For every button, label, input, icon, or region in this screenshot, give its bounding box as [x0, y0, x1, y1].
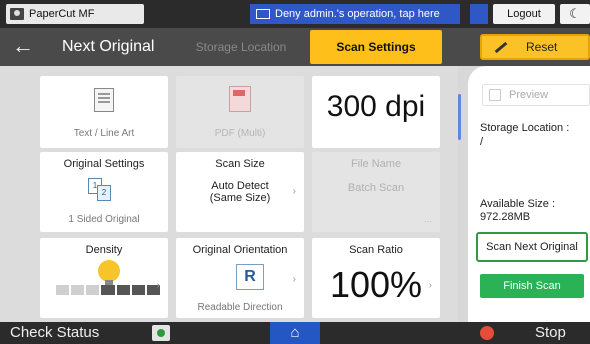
reset-label: Reset	[526, 40, 558, 54]
system-bar: PaperCut MF Deny admin.'s operation, tap…	[0, 0, 590, 28]
stop-button[interactable]: Stop	[535, 324, 566, 341]
theme-toggle-icon[interactable]: ☾	[560, 4, 590, 24]
user-indicator[interactable]: PaperCut MF	[6, 4, 144, 24]
resolution-value: 300 dpi	[326, 90, 426, 123]
storage-location-value: /	[480, 136, 484, 148]
density-tile[interactable]: Density ›	[40, 238, 168, 318]
more-ellipsis-icon: ...	[424, 214, 432, 224]
readable-direction-icon: R	[236, 264, 264, 290]
storage-location-label: Storage Location :	[480, 122, 570, 134]
orientation-title: Original Orientation	[192, 244, 288, 256]
tab-storage-location[interactable]: Storage Location	[175, 30, 307, 64]
density-title: Density	[85, 244, 123, 256]
chevron-right-icon: ›	[428, 280, 432, 291]
checkbox-icon	[489, 89, 501, 101]
density-segment	[101, 285, 115, 295]
preview-label: Preview	[509, 89, 549, 101]
original-settings-tile[interactable]: Original Settings 1 2 1 Sided Original	[40, 152, 168, 232]
screen-icon	[256, 9, 270, 19]
chevron-right-icon: ›	[156, 280, 160, 291]
file-name-tile: File Name Batch Scan ...	[312, 152, 440, 232]
original-settings-title: Original Settings	[63, 158, 145, 170]
file-name-value: Batch Scan	[347, 182, 405, 194]
scan-ratio-title: Scan Ratio	[349, 244, 403, 256]
scan-type-label: Text / Line Art	[73, 128, 135, 139]
logout-button[interactable]: Logout	[493, 4, 555, 24]
settings-grid: Text / Line Art PDF (Multi) 300 dpi Orig…	[0, 66, 458, 322]
reset-button[interactable]: Reset	[480, 34, 590, 60]
notice-extension	[470, 4, 488, 24]
side-panel: Preview Storage Location : / Available S…	[468, 66, 590, 322]
preview-checkbox: Preview	[482, 84, 590, 106]
scan-size-value: Auto Detect (Same Size)	[209, 180, 271, 204]
notice-text: Deny admin.'s operation, tap here	[275, 8, 440, 20]
page-two-glyph: 2	[97, 185, 111, 201]
available-size-value: 972.28MB	[480, 211, 531, 223]
scan-type-tile[interactable]: Text / Line Art	[40, 76, 168, 148]
resolution-tile[interactable]: 300 dpi	[312, 76, 440, 148]
file-type-label: PDF (Multi)	[214, 128, 266, 139]
original-orientation-tile[interactable]: Original Orientation R › Readable Direct…	[176, 238, 304, 318]
scan-ratio-value: 100%	[329, 264, 423, 305]
chevron-right-icon: ›	[292, 186, 296, 197]
user-name: PaperCut MF	[29, 8, 95, 20]
orientation-label: Readable Direction	[197, 302, 283, 313]
text-document-icon	[94, 88, 114, 112]
scan-size-tile[interactable]: Scan Size Auto Detect (Same Size) ›	[176, 152, 304, 232]
tab-scan-settings[interactable]: Scan Settings	[310, 30, 442, 64]
deny-admin-notice[interactable]: Deny admin.'s operation, tap here	[250, 4, 460, 24]
back-arrow-icon[interactable]: ←	[12, 34, 34, 58]
density-bulb-icon	[98, 260, 120, 286]
finish-scan-button[interactable]: Finish Scan	[480, 274, 584, 298]
one-sided-original-icon: 1 2	[88, 178, 114, 202]
home-button[interactable]: ⌂	[270, 322, 320, 344]
scan-next-original-button[interactable]: Scan Next Original	[476, 232, 588, 262]
density-segment	[116, 285, 130, 295]
density-segment	[131, 285, 145, 295]
original-settings-label: 1 Sided Original	[68, 214, 140, 225]
file-type-tile: PDF (Multi)	[176, 76, 304, 148]
stop-icon[interactable]	[480, 326, 494, 340]
density-segment	[56, 285, 70, 295]
user-icon	[10, 8, 24, 20]
header-bar: ← Next Original Storage Location Scan Se…	[0, 28, 590, 66]
scan-size-title: Scan Size	[215, 158, 265, 170]
page-title: Next Original	[62, 38, 155, 55]
eraser-icon	[492, 40, 510, 54]
check-status-button[interactable]: Check Status	[10, 324, 99, 341]
scan-ratio-tile[interactable]: Scan Ratio 100% ›	[312, 238, 440, 318]
chevron-right-icon: ›	[292, 274, 296, 285]
scroll-indicator[interactable]	[458, 94, 461, 140]
bottom-bar: Check Status ⌂ Stop	[0, 322, 590, 344]
density-level-bar	[56, 285, 160, 295]
density-segment	[86, 285, 100, 295]
pdf-icon	[229, 86, 251, 112]
density-segment	[71, 285, 85, 295]
available-size-label: Available Size :	[480, 198, 556, 210]
file-name-title: File Name	[350, 158, 402, 170]
status-icon[interactable]	[152, 325, 170, 341]
